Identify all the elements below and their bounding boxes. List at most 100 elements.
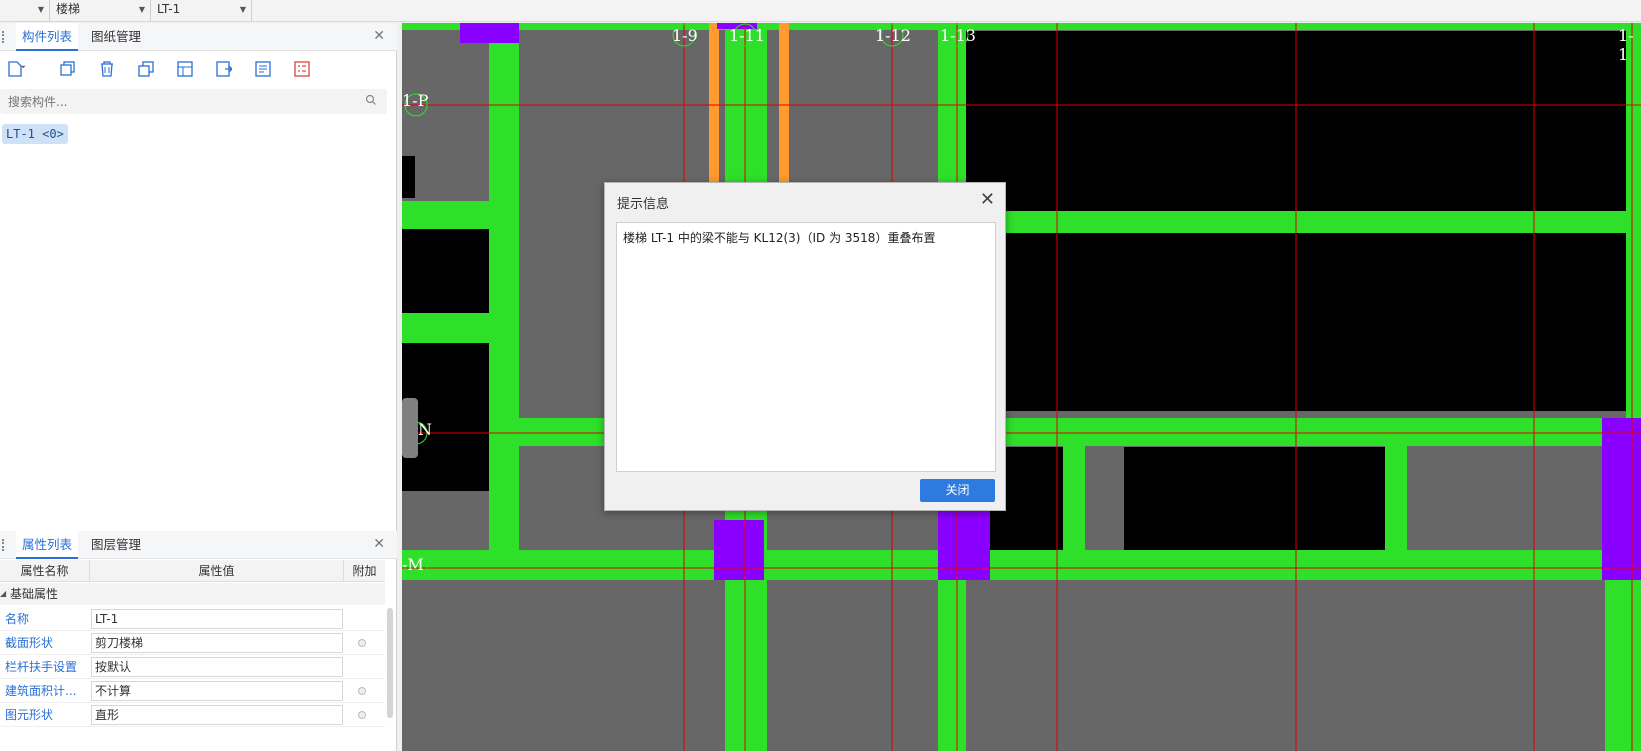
axis-label: 1-11 — [729, 26, 765, 45]
import-button[interactable] — [210, 56, 238, 82]
delete-component-button[interactable] — [93, 56, 121, 82]
axis-label: 1-1 — [1618, 26, 1634, 64]
top-toolbar: ▼ 楼梯 ▼ LT-1 ▼ — [0, 0, 1641, 22]
property-value-field[interactable]: 剪刀楼梯 — [91, 633, 343, 653]
copy-component-button[interactable] — [54, 56, 82, 82]
stair-rail — [709, 23, 719, 183]
scrollbar[interactable] — [387, 608, 393, 718]
component-search[interactable] — [0, 89, 387, 114]
close-icon[interactable]: ✕ — [373, 536, 385, 552]
tab-drawing-management[interactable]: 图纸管理 — [85, 23, 147, 51]
beam — [966, 211, 1631, 233]
column — [1602, 418, 1641, 580]
left-panel: 构件列表 图纸管理 ✕ LT-1 <0> — [0, 23, 397, 751]
col-property-value: 属性值 — [90, 560, 344, 582]
property-row: 图元形状 直形 — [0, 703, 385, 727]
component-type-combo[interactable]: ▼ — [0, 0, 50, 21]
combo-value: LT-1 — [157, 2, 181, 16]
axis-label: N — [418, 420, 432, 439]
property-name: 栏杆扶手设置 — [5, 660, 78, 674]
beam — [1063, 423, 1085, 551]
slab — [402, 156, 415, 198]
beam — [1605, 578, 1641, 751]
chevron-down-icon: ▼ — [37, 5, 44, 14]
import-icon — [216, 61, 232, 77]
new-component-button[interactable] — [2, 56, 40, 82]
close-icon[interactable]: ✕ — [373, 28, 385, 44]
layers-copy-icon — [138, 61, 154, 77]
extra-checkbox[interactable] — [358, 639, 366, 647]
property-row: 名称 LT-1 — [0, 607, 385, 631]
property-value-field[interactable]: 按默认 — [91, 657, 343, 677]
property-row: 建筑面积计... 不计算 — [0, 679, 385, 703]
copy-icon — [60, 61, 75, 76]
property-name: 建筑面积计... — [5, 684, 77, 698]
axis-label: 1-9 — [672, 26, 698, 45]
extra-checkbox[interactable] — [358, 711, 366, 719]
drag-grip-icon[interactable] — [2, 539, 5, 551]
chevron-down-icon: ▼ — [239, 5, 246, 14]
axis-label: 1-13 — [940, 26, 976, 45]
dialog-title: 提示信息 — [617, 197, 670, 212]
dialog-message: 楼梯 LT-1 中的梁不能与 KL12(3)（ID 为 3518）重叠布置 — [616, 222, 996, 472]
beam — [402, 23, 1641, 30]
tab-property-list[interactable]: 属性列表 — [16, 531, 79, 559]
new-file-icon — [8, 61, 26, 77]
property-table-header: 属性名称 属性值 附加 — [0, 560, 385, 582]
collapse-icon[interactable]: ◢ — [0, 583, 6, 605]
property-value-field[interactable]: 直形 — [91, 705, 343, 725]
floor-icon — [177, 61, 193, 77]
search-input[interactable] — [8, 92, 348, 111]
beam — [402, 313, 494, 343]
beam — [1385, 423, 1407, 551]
axis-label: 1-P — [402, 91, 429, 110]
close-button[interactable]: 关闭 — [920, 479, 995, 502]
floor-plan-drawing[interactable] — [402, 23, 1641, 751]
beam — [1626, 23, 1641, 423]
tab-layer-management[interactable]: 图层管理 — [85, 531, 147, 559]
column — [460, 23, 519, 43]
extra-checkbox[interactable] — [358, 687, 366, 695]
tab-component-list[interactable]: 构件列表 — [16, 23, 79, 51]
slab — [402, 228, 490, 313]
component-name-combo[interactable]: LT-1 ▼ — [152, 0, 252, 21]
stair-rail — [779, 23, 789, 183]
component-category-combo[interactable]: 楼梯 ▼ — [51, 0, 151, 21]
property-tabbar: 属性列表 图层管理 ✕ — [0, 531, 397, 559]
property-name: 名称 — [5, 612, 30, 626]
group-label: 基础属性 — [10, 587, 59, 601]
properties-button[interactable] — [288, 56, 316, 82]
drag-grip-icon[interactable] — [2, 31, 5, 43]
property-row: 栏杆扶手设置 按默认 — [0, 655, 385, 679]
property-row: 截面形状 剪刀楼梯 — [0, 631, 385, 655]
property-value-field[interactable]: 不计算 — [91, 681, 343, 701]
drawing-canvas[interactable]: 1-9 1-11 1-12 1-13 1-1 1-P N -M — [402, 23, 1641, 751]
column — [714, 520, 764, 580]
chevron-down-icon: ▼ — [138, 5, 145, 14]
filter-button[interactable] — [249, 56, 277, 82]
beam — [494, 423, 516, 553]
checklist-icon — [294, 61, 310, 77]
floor-copy-button[interactable] — [171, 56, 199, 82]
component-tabbar: 构件列表 图纸管理 ✕ — [0, 23, 397, 51]
component-list-item[interactable]: LT-1 <0> — [2, 124, 68, 144]
component-toolbar — [0, 52, 397, 86]
property-group-basic[interactable]: ◢ 基础属性 — [0, 583, 385, 605]
property-value-field[interactable]: LT-1 — [91, 609, 343, 629]
copy-to-floor-button[interactable] — [132, 56, 160, 82]
property-name: 截面形状 — [5, 636, 54, 650]
col-property-name: 属性名称 — [0, 560, 90, 582]
beam — [402, 550, 1641, 580]
col-extra: 附加 — [352, 564, 377, 578]
column — [938, 510, 990, 580]
property-name: 图元形状 — [5, 708, 54, 722]
close-icon[interactable]: ✕ — [980, 189, 995, 210]
trash-icon — [101, 61, 113, 77]
axis-label: 1-12 — [875, 26, 911, 45]
search-icon[interactable] — [365, 94, 377, 106]
slab — [966, 233, 1631, 411]
panel-collapse-handle[interactable] — [402, 398, 418, 458]
axis-label: -M — [402, 555, 424, 574]
slab — [966, 31, 1631, 218]
beam — [402, 201, 494, 229]
